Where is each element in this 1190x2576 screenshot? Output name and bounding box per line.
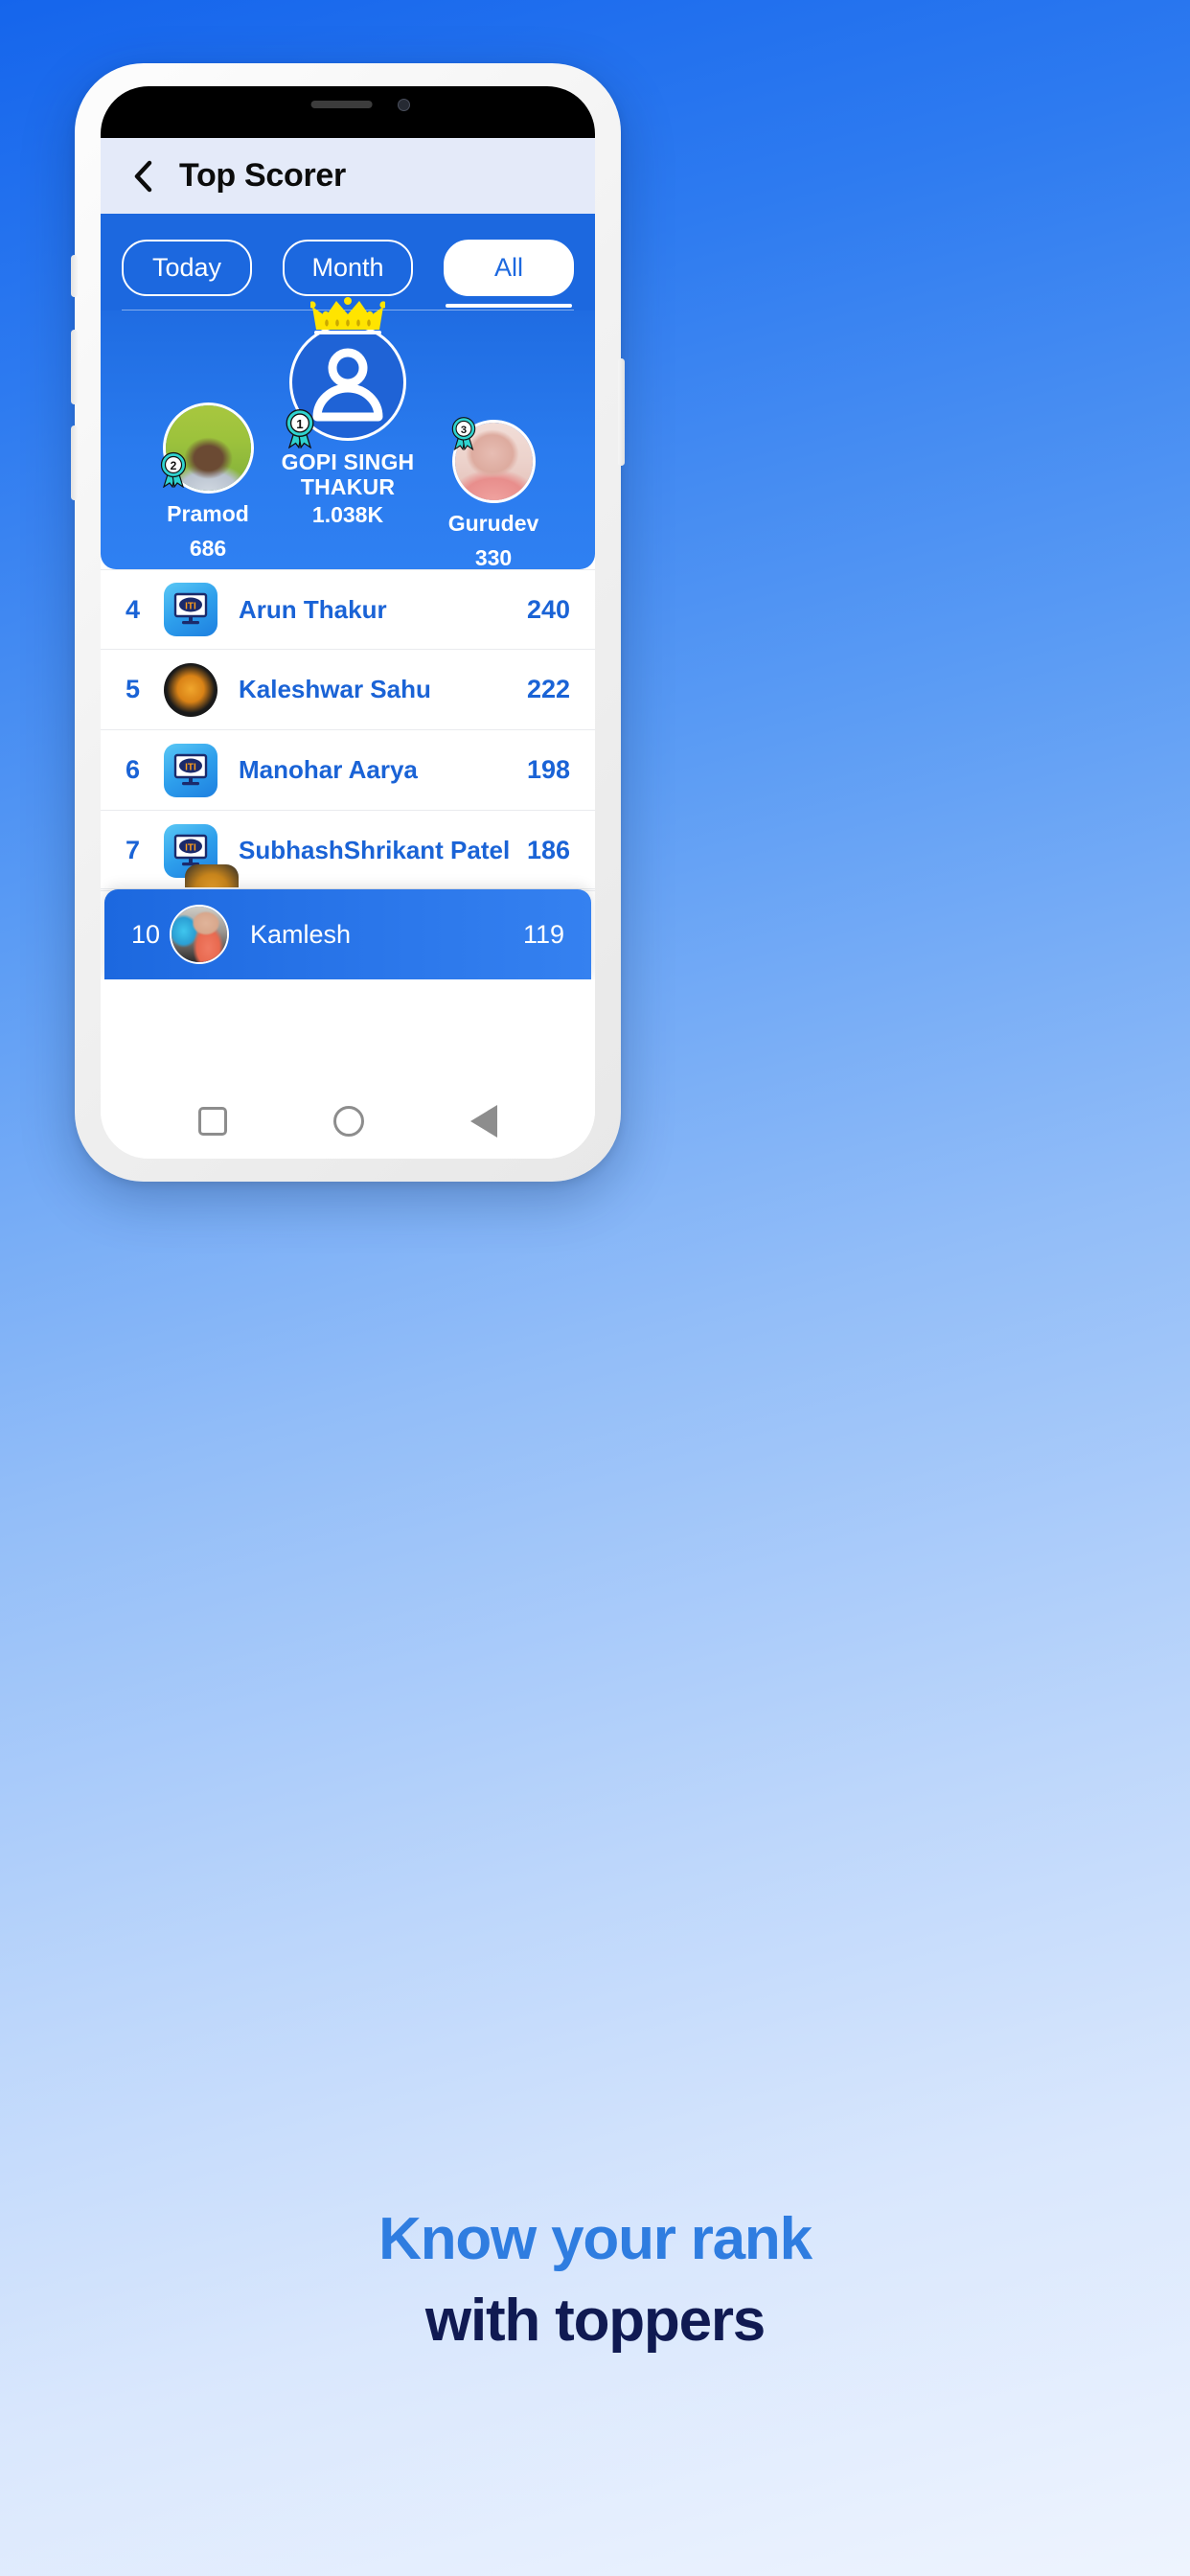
- leaderboard-list[interactable]: 4 ITI Arun Thakur 240 5 Kaleshwar Sahu 2…: [101, 569, 595, 979]
- app-header: Top Scorer: [101, 138, 595, 214]
- podium-first-place[interactable]: 1 GOPI SINGH THAKUR 1.038K: [247, 297, 448, 528]
- tab-active-underline: [446, 304, 572, 308]
- crown-icon: [310, 297, 385, 334]
- tab-today-label: Today: [151, 253, 222, 282]
- back-icon[interactable]: [127, 157, 158, 196]
- user-photo: [172, 907, 227, 962]
- row-score: 240: [526, 594, 570, 624]
- row-avatar: [185, 863, 239, 887]
- row-rank: 4: [126, 594, 141, 624]
- row-rank: 5: [126, 675, 141, 703]
- phone-screen: Top Scorer Today Month All 2 Pramod 686 …: [101, 86, 595, 1159]
- tab-today[interactable]: Today: [122, 240, 252, 296]
- row-score: 186: [526, 836, 570, 864]
- row-name: Kamlesh: [250, 919, 352, 949]
- podium-third-score: 330: [474, 544, 513, 570]
- podium-second-score: 686: [189, 535, 227, 561]
- deity-photo: [164, 662, 217, 717]
- row-avatar: ITI: [164, 743, 217, 797]
- rank-2-badge-icon: 2: [160, 451, 186, 488]
- svg-text:ITI: ITI: [185, 602, 196, 612]
- tab-month-label: Month: [311, 253, 384, 282]
- row-avatar: ITI: [164, 583, 217, 636]
- row-name: Arun Thakur: [239, 594, 387, 624]
- phone-side-button-volume-up: [71, 330, 78, 404]
- row-score: 198: [526, 755, 570, 784]
- square-icon[interactable]: [197, 1107, 227, 1136]
- table-row[interactable]: 6 ITI Manohar Aarya 198: [101, 730, 595, 811]
- svg-text:2: 2: [170, 459, 176, 472]
- circle-icon[interactable]: [332, 1106, 364, 1137]
- phone-mockup: Top Scorer Today Month All 2 Pramod 686 …: [71, 63, 625, 1182]
- row-rank: 10: [131, 919, 161, 949]
- rank-1-badge-icon: 1: [286, 408, 314, 448]
- phone-side-button-power: [618, 358, 625, 466]
- svg-text:1: 1: [296, 417, 303, 431]
- row-name: Manohar Aarya: [239, 755, 418, 784]
- status-bar: [101, 86, 595, 138]
- earpiece-speaker: [310, 101, 373, 108]
- row-score: 119: [522, 919, 564, 949]
- front-camera: [398, 99, 410, 111]
- notch: [224, 86, 471, 125]
- table-row-partial[interactable]: [101, 862, 595, 889]
- caption-line-2: with toppers: [424, 2288, 766, 2355]
- svg-text:3: 3: [460, 425, 466, 436]
- row-rank: 6: [126, 755, 141, 784]
- row-avatar: [170, 905, 229, 964]
- svg-text:ITI: ITI: [185, 842, 196, 853]
- android-nav-bar: [101, 1084, 595, 1159]
- iti-app-icon: ITI: [164, 743, 217, 797]
- tab-all[interactable]: All: [444, 240, 574, 308]
- triangle-icon[interactable]: [470, 1105, 498, 1138]
- row-avatar: [164, 662, 217, 717]
- page-title: Top Scorer: [179, 157, 346, 194]
- row-name: Kaleshwar Sahu: [239, 675, 431, 703]
- row-rank: 7: [126, 836, 141, 864]
- iti-app-icon: ITI: [164, 583, 217, 636]
- svg-text:ITI: ITI: [185, 762, 196, 772]
- person-placeholder-icon: [312, 348, 383, 422]
- podium-first-score: 1.038K: [311, 501, 384, 527]
- rank-3-badge-icon: 3: [451, 417, 475, 450]
- tab-all-label: All: [493, 253, 523, 282]
- podium-first-name: GOPI SINGH THAKUR: [281, 449, 415, 499]
- caption-line-1: Know your rank: [378, 2206, 812, 2272]
- row-name: SubhashShrikant Patel: [239, 836, 511, 864]
- phone-side-button-mute: [71, 255, 78, 297]
- filter-tabs: Today Month All: [101, 214, 595, 310]
- current-user-row[interactable]: 10 Kamlesh 119: [104, 889, 591, 979]
- marketing-caption: Know your rank with toppers: [0, 2204, 1190, 2356]
- tab-month[interactable]: Month: [283, 240, 413, 296]
- phone-side-button-volume-down: [71, 426, 78, 500]
- table-row[interactable]: 5 Kaleshwar Sahu 222: [101, 650, 595, 730]
- podium-section: 2 Pramod 686 3 Gurudev 330 1 GOPI SINGH …: [101, 297, 595, 570]
- table-row[interactable]: 4 ITI Arun Thakur 240: [101, 569, 595, 650]
- row-score: 222: [526, 675, 570, 703]
